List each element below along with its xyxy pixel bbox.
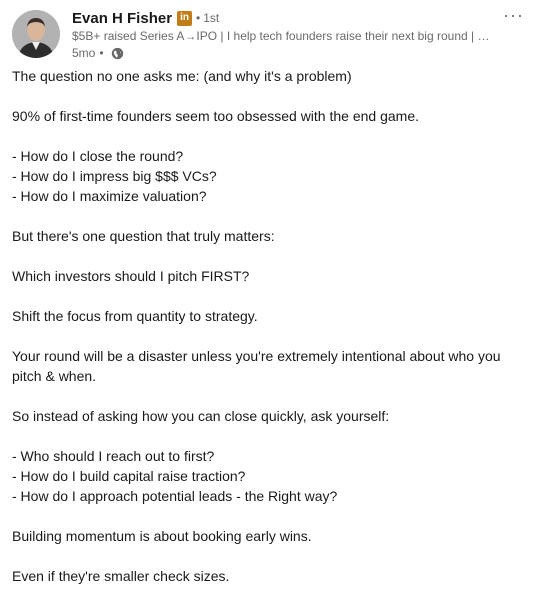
avatar-photo [12, 10, 60, 58]
post-paragraph: Shift the focus from quantity to strateg… [12, 308, 258, 324]
connection-degree: 1st [203, 11, 220, 25]
post-timestamp-row: 5mo • [72, 45, 512, 61]
author-headline: $5B+ raised Series A→IPO | I help tech f… [72, 29, 492, 43]
post-paragraph: But there's one question that truly matt… [12, 228, 275, 244]
author-meta: Evan H Fisher in • 1st $5B+ raised Serie… [72, 8, 512, 61]
more-options-icon[interactable]: ··· [503, 6, 524, 24]
post-header: Evan H Fisher in • 1st $5B+ raised Serie… [12, 6, 532, 61]
post-list: - Who should I reach out to first? - How… [12, 446, 532, 506]
post-paragraph: Which investors should I pitch FIRST? [12, 268, 250, 284]
feed-post: Evan H Fisher in • 1st $5B+ raised Serie… [0, 0, 545, 588]
linkedin-premium-icon: in [177, 10, 193, 26]
list-item: - Who should I reach out to first? [12, 448, 215, 464]
post-paragraph: Your round will be a disaster unless you… [12, 348, 501, 384]
avatar[interactable] [12, 10, 60, 58]
list-item: - How do I impress big $$$ VCs? [12, 168, 217, 184]
post-body: The question no one asks me: (and why it… [12, 66, 532, 606]
globe-icon [111, 47, 124, 60]
post-paragraph: 90% of first-time founders seem too obse… [12, 108, 419, 124]
post-timestamp: 5mo [72, 46, 96, 60]
list-item: - How do I build capital raise traction? [12, 468, 246, 484]
post-list: - How do I close the round? - How do I i… [12, 146, 532, 206]
list-item: - How do I approach potential leads - th… [12, 488, 338, 504]
list-item: - How do I close the round? [12, 148, 184, 164]
author-name-row: Evan H Fisher in • 1st [72, 8, 512, 28]
post-paragraph: Even if they're smaller check sizes. [12, 568, 230, 584]
separator-dot: • [99, 46, 104, 60]
post-paragraph: Building momentum is about booking early… [12, 528, 312, 544]
list-item: - How do I maximize valuation? [12, 188, 207, 204]
post-paragraph: So instead of asking how you can close q… [12, 408, 390, 424]
post-paragraph: The question no one asks me: (and why it… [12, 68, 352, 84]
separator-dot: • [196, 11, 201, 25]
author-name[interactable]: Evan H Fisher [72, 10, 172, 27]
